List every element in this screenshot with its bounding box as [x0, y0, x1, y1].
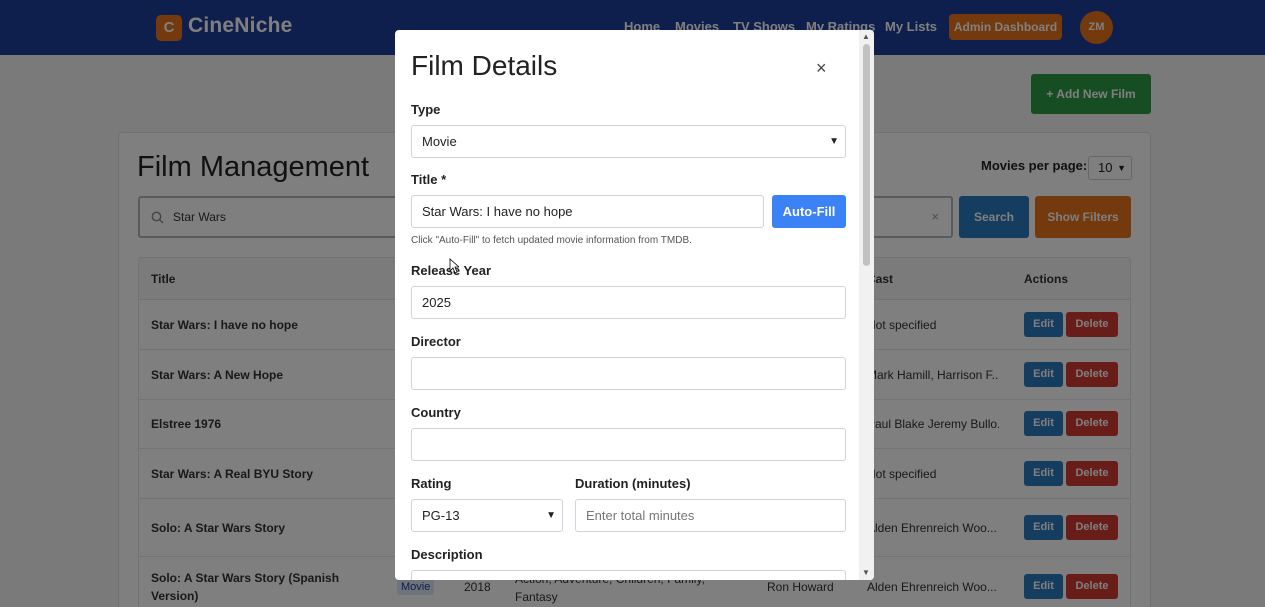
modal-title: Film Details: [411, 50, 558, 81]
duration-label: Duration (minutes): [575, 476, 691, 491]
description-label: Description: [411, 547, 483, 562]
release-year-input[interactable]: 2025: [411, 286, 846, 319]
description-textarea[interactable]: [411, 570, 846, 580]
director-input[interactable]: [411, 357, 846, 390]
title-input[interactable]: Star Wars: I have no hope: [411, 195, 764, 228]
mouse-cursor-icon: [449, 258, 459, 274]
scroll-up-icon[interactable]: ▲: [862, 32, 870, 41]
type-select-value: Movie: [422, 134, 457, 149]
scrollbar-thumb[interactable]: [863, 44, 870, 266]
chevron-down-icon: ▼: [829, 136, 839, 147]
type-select[interactable]: Movie ▼: [411, 125, 846, 158]
auto-fill-help-text: Click "Auto-Fill" to fetch updated movie…: [411, 235, 692, 246]
title-label: Title *: [411, 172, 447, 187]
auto-fill-button[interactable]: Auto-Fill: [772, 195, 846, 228]
rating-label: Rating: [411, 476, 452, 491]
rating-select-value: PG-13: [422, 508, 460, 523]
chevron-down-icon: ▼: [546, 510, 556, 521]
rating-select[interactable]: PG-13 ▼: [411, 499, 563, 532]
type-label: Type: [411, 102, 441, 117]
scroll-down-icon[interactable]: ▼: [862, 568, 870, 577]
film-details-modal: Film Details × Type Movie ▼ Title * Star…: [395, 30, 874, 580]
director-label: Director: [411, 334, 461, 349]
country-input[interactable]: [411, 428, 846, 461]
close-icon[interactable]: ×: [816, 58, 827, 79]
duration-input[interactable]: Enter total minutes: [575, 499, 846, 532]
country-label: Country: [411, 405, 461, 420]
